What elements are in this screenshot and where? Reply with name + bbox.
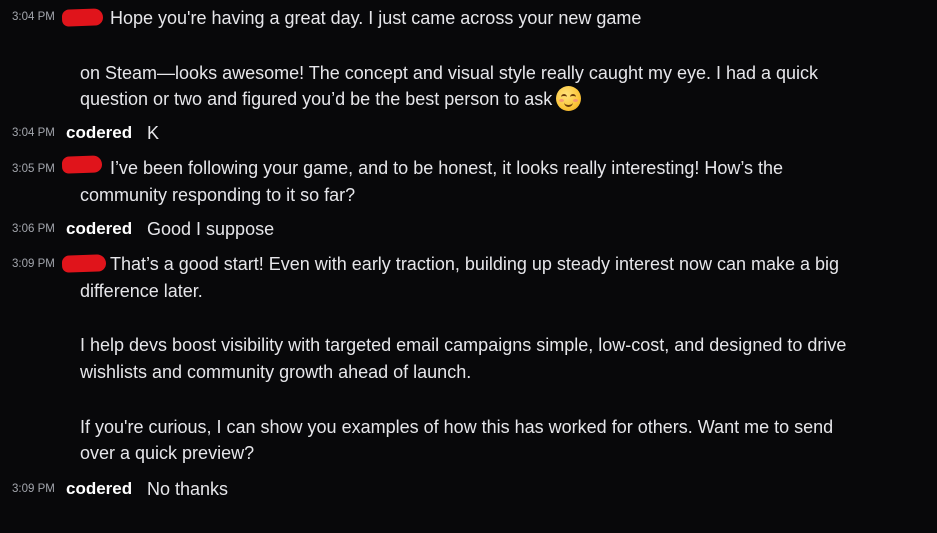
message-text-line: community responding to it so far? — [80, 185, 356, 205]
message-text: question or two and figured you’d be the… — [80, 89, 553, 109]
message-author[interactable]: codered — [66, 479, 132, 499]
redacted-username — [61, 155, 103, 174]
redacted-username — [61, 8, 104, 27]
message-text-line: difference later. — [80, 281, 203, 301]
message-timestamp: 3:05 PM — [12, 163, 55, 175]
message-timestamp: 3:04 PM — [12, 127, 55, 139]
message-timestamp: 3:06 PM — [12, 223, 55, 235]
message-text-line: If you're curious, I can show you exampl… — [80, 417, 834, 437]
message-text-line: K — [147, 123, 160, 143]
message-text-line: I help devs boost visibility with target… — [80, 335, 847, 355]
message-author[interactable]: codered — [66, 123, 132, 143]
message-text-line: on Steam—looks awesome! The concept and … — [80, 63, 819, 83]
message-text-line: wishlists and community growth ahead of … — [80, 362, 472, 382]
message-text-line: No thanks — [147, 479, 229, 499]
message-text-line: That’s a good start! Even with early tra… — [110, 254, 840, 274]
message-text-line: I’ve been following your game, and to be… — [110, 158, 784, 178]
message-timestamp: 3:09 PM — [12, 258, 55, 270]
message-text-line: Hope you're having a great day. I just c… — [110, 8, 642, 28]
message-text-line: Good I suppose — [147, 219, 275, 239]
message-timestamp: 3:09 PM — [12, 483, 55, 495]
redacted-username — [61, 254, 107, 273]
message-timestamp: 3:04 PM — [12, 11, 55, 23]
message-text-line: question or two and figured you’d be the… — [80, 86, 582, 112]
chat-message-list: 3:04 PM Hope you're having a great day. … — [0, 0, 937, 533]
message-author[interactable]: codered — [66, 219, 132, 239]
smiling-face-emoji-icon — [556, 86, 582, 111]
message-text-line: over a quick preview? — [80, 443, 255, 463]
